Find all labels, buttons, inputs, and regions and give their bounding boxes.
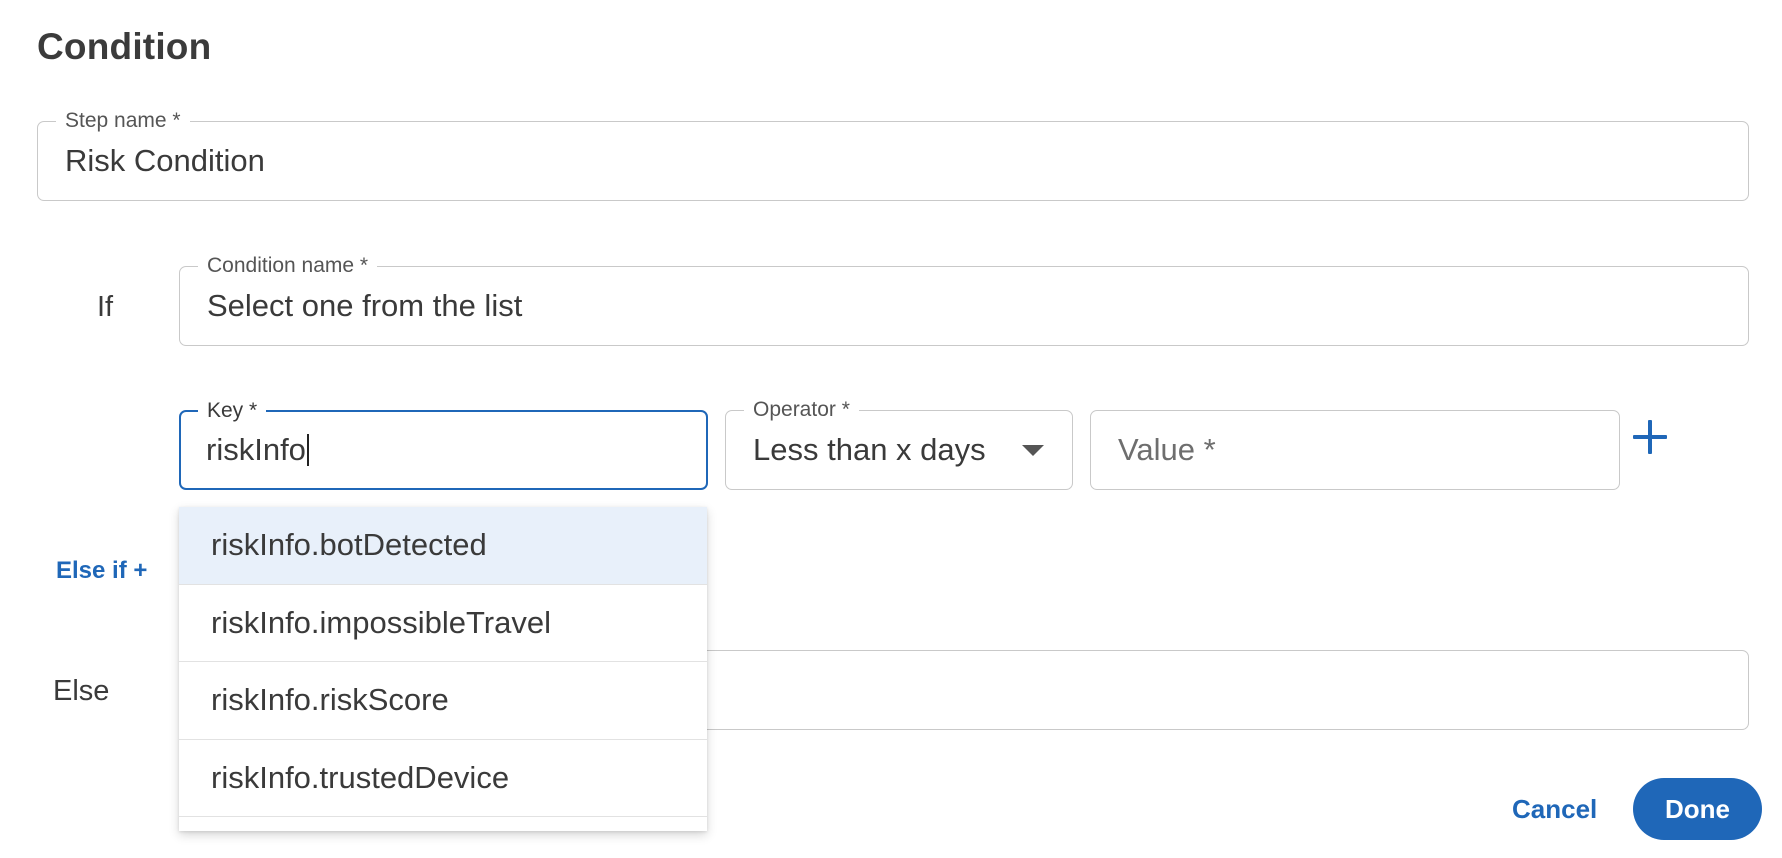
- if-label: If: [97, 291, 114, 323]
- triangle-down-icon[interactable]: [1022, 445, 1044, 456]
- cancel-button[interactable]: Cancel: [1512, 778, 1597, 840]
- condition-name-label: Condition name *: [198, 253, 378, 279]
- operator-select[interactable]: Operator * Less than x days: [725, 397, 1073, 490]
- value-input[interactable]: Value *: [1090, 410, 1620, 490]
- key-suggestions-menu: riskInfo.botDetected riskInfo.impossible…: [179, 507, 707, 831]
- condition-name-select[interactable]: Condition name * Select one from the lis…: [179, 253, 1749, 346]
- step-name-value: Risk Condition: [65, 143, 265, 178]
- suggestion-item[interactable]: riskInfo.trustedDevice: [179, 739, 707, 817]
- done-button[interactable]: Done: [1633, 778, 1762, 840]
- page-title: Condition: [37, 26, 212, 67]
- condition-name-value: Select one from the list: [207, 288, 523, 323]
- step-name-label: Step name *: [56, 108, 190, 134]
- key-label: Key *: [198, 398, 267, 424]
- else-if-add-link[interactable]: Else if +: [56, 557, 147, 585]
- key-input-value: riskInfo: [206, 432, 306, 467]
- key-input[interactable]: Key * riskInfo: [179, 398, 708, 490]
- text-caret: [306, 433, 309, 466]
- step-name-field[interactable]: Step name * Risk Condition: [37, 108, 1749, 201]
- operator-label: Operator *: [744, 397, 859, 423]
- suggestion-item[interactable]: riskInfo.botDetected: [179, 507, 707, 585]
- value-placeholder: Value *: [1118, 432, 1216, 467]
- plus-icon[interactable]: [1633, 420, 1667, 454]
- operator-value: Less than x days: [753, 432, 986, 467]
- else-label: Else: [53, 675, 110, 707]
- suggestion-item[interactable]: riskInfo.impossibleTravel: [179, 584, 707, 662]
- suggestion-item[interactable]: riskInfo.riskScore: [179, 662, 707, 740]
